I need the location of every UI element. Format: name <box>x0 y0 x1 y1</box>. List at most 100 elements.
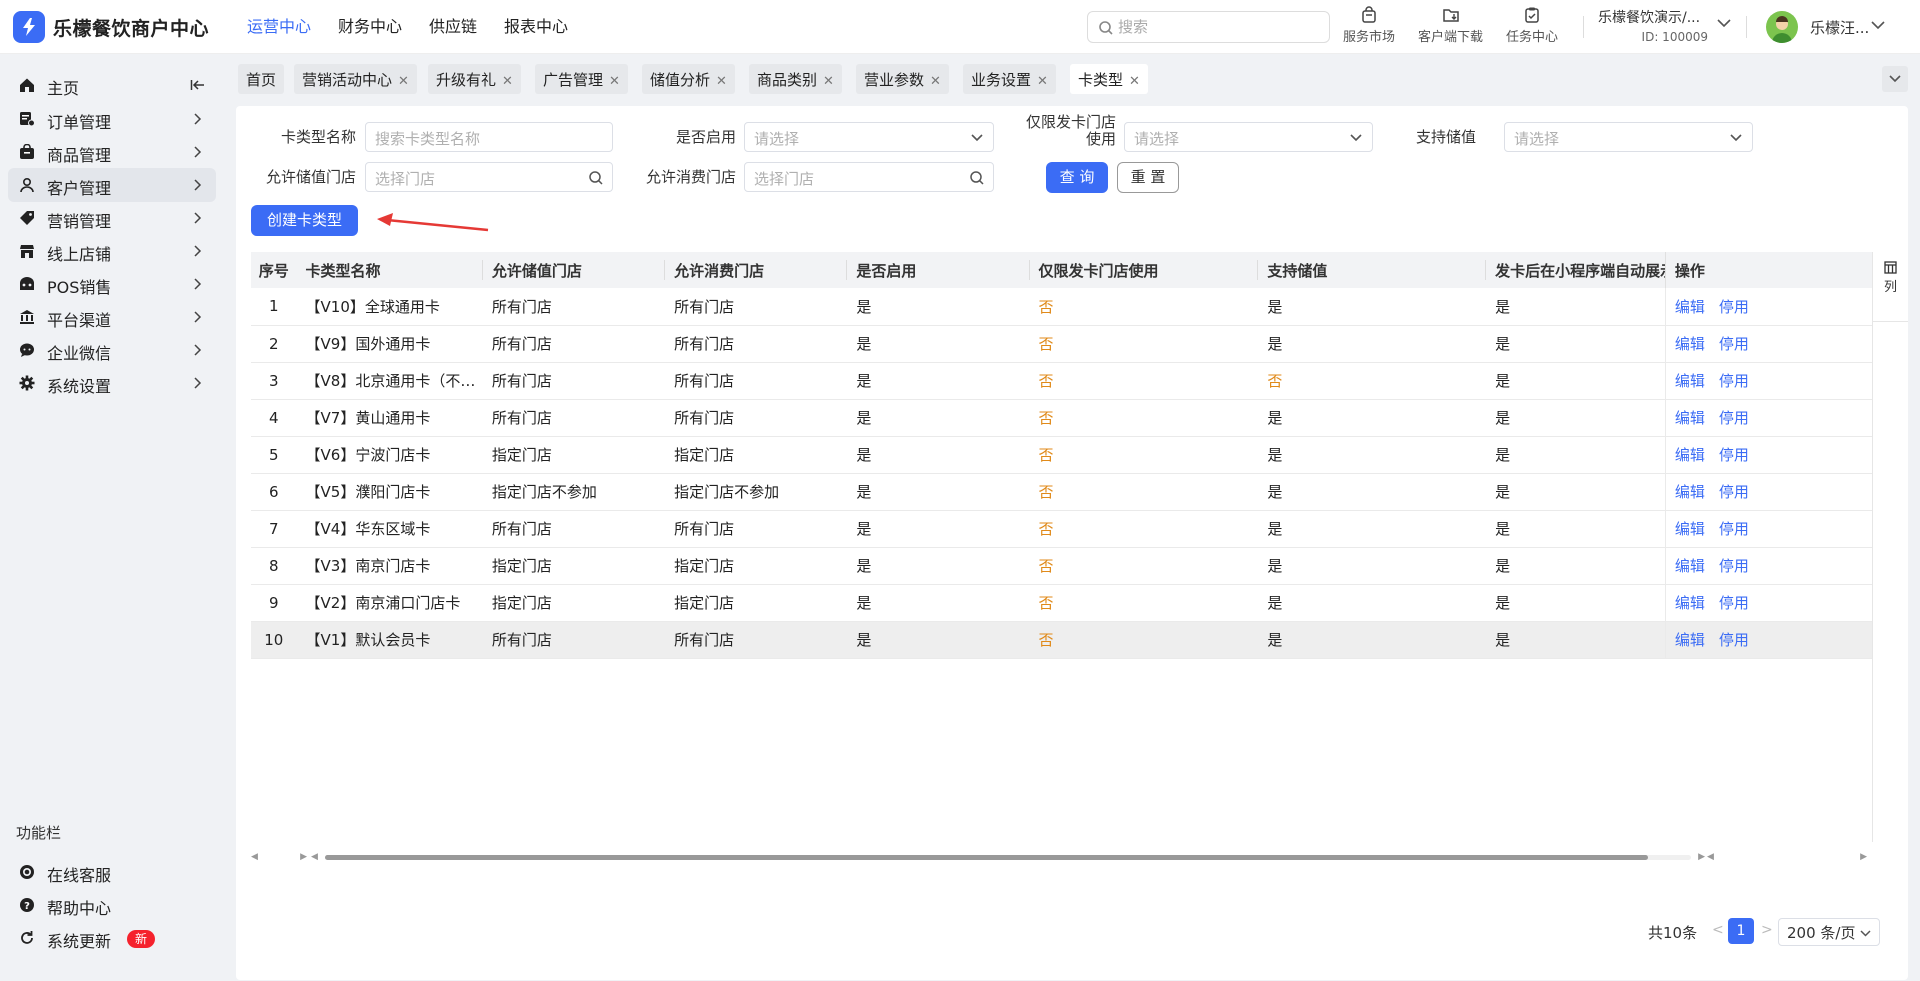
edit-link[interactable]: 编辑 <box>1675 631 1705 649</box>
sidebar-item-customers[interactable]: 客户管理 <box>8 168 216 202</box>
org-switcher[interactable]: 乐檬餐饮演示/... ID: 100009 <box>1598 7 1708 44</box>
header-auto-show[interactable]: 发卡后在小程序端自动展示 <box>1486 252 1666 288</box>
disable-link[interactable]: 停用 <box>1719 520 1749 538</box>
close-icon[interactable]: ✕ <box>930 74 941 89</box>
chevron-down-icon[interactable] <box>1871 21 1885 30</box>
sidebar-item-platform[interactable]: 平台渠道 <box>8 300 216 334</box>
task-center-button[interactable]: 任务中心 <box>1506 6 1558 45</box>
header-allow-consume[interactable]: 允许消费门店 <box>665 252 848 288</box>
sidebar-item-settings[interactable]: 系统设置 <box>8 366 216 400</box>
table-row[interactable]: 8 【V3】南京门店卡 指定门店 指定门店是否是是编辑 停用 <box>251 547 1872 585</box>
disable-link[interactable]: 停用 <box>1719 335 1749 353</box>
nav-reports[interactable]: 报表中心 <box>504 0 568 54</box>
tab-upgrade-gift[interactable]: 升级有礼 ✕ <box>428 64 521 94</box>
edit-link[interactable]: 编辑 <box>1675 372 1705 390</box>
collapse-sidebar-icon[interactable] <box>190 77 206 93</box>
nav-supply-chain[interactable]: 供应链 <box>429 0 477 54</box>
right-pinned-scrollbar[interactable]: ◀ ▶ <box>1707 851 1867 863</box>
tab-home[interactable]: 首页 <box>238 64 285 94</box>
sidebar-item-home[interactable]: 主页 <box>8 68 216 102</box>
sidebar-item-wecom[interactable]: 企业微信 <box>8 333 216 367</box>
page-number-current[interactable]: 1 <box>1728 918 1754 944</box>
edit-link[interactable]: 编辑 <box>1675 594 1705 612</box>
allow-consume-picker[interactable]: 选择门店 <box>744 162 994 192</box>
global-search[interactable] <box>1087 11 1330 43</box>
tab-goods-category[interactable]: 商品类别 ✕ <box>749 64 842 94</box>
card-type-name-input[interactable]: 搜索卡类型名称 <box>365 122 613 152</box>
edit-link[interactable]: 编辑 <box>1675 446 1705 464</box>
edit-link[interactable]: 编辑 <box>1675 520 1705 538</box>
table-row[interactable]: 2 【V9】国外通用卡 所有门店 所有门店是否是是编辑 停用 <box>251 325 1872 363</box>
tab-business-settings[interactable]: 业务设置 ✕ <box>963 64 1056 94</box>
scroll-left-arrow-icon[interactable]: ◀ <box>251 853 258 862</box>
table-row[interactable]: 4 【V7】黄山通用卡 所有门店 所有门店是否是是编辑 停用 <box>251 399 1872 437</box>
search-input[interactable] <box>1118 15 1318 39</box>
disable-link[interactable]: 停用 <box>1719 557 1749 575</box>
left-pinned-scrollbar[interactable]: ◀ ▶ <box>251 851 307 863</box>
prev-page-icon[interactable]: < <box>1712 922 1724 938</box>
tab-business-params[interactable]: 营业参数 ✕ <box>856 64 949 94</box>
sidebar-item-pos[interactable]: POS销售 <box>8 267 216 301</box>
tabs-dropdown-button[interactable] <box>1882 66 1908 92</box>
sidebar-item-online-service[interactable]: 在线客服 <box>8 855 216 889</box>
close-icon[interactable]: ✕ <box>823 74 834 89</box>
tab-marketing-center[interactable]: 营销活动中心 ✕ <box>294 64 417 94</box>
sidebar-item-marketing[interactable]: 营销管理 <box>8 201 216 235</box>
nav-finance[interactable]: 财务中心 <box>338 0 402 54</box>
table-row[interactable]: 10 【V1】默认会员卡 所有门店 所有门店是否是是编辑 停用 <box>251 621 1872 659</box>
close-icon[interactable]: ✕ <box>716 74 727 89</box>
disable-link[interactable]: 停用 <box>1719 594 1749 612</box>
column-settings-button[interactable]: 列 <box>1872 252 1908 322</box>
issuing-store-only-select[interactable]: 请选择 <box>1124 122 1373 152</box>
close-icon[interactable]: ✕ <box>1129 74 1140 89</box>
edit-link[interactable]: 编辑 <box>1675 557 1705 575</box>
header-stored-value[interactable]: 支持储值 <box>1258 252 1487 288</box>
table-row[interactable]: 7 【V4】华东区域卡 所有门店 所有门店是否是是编辑 停用 <box>251 510 1872 548</box>
edit-link[interactable]: 编辑 <box>1675 483 1705 501</box>
sidebar-item-system-update[interactable]: 系统更新 新 <box>8 921 216 955</box>
sidebar-item-orders[interactable]: 订单管理 <box>8 102 216 136</box>
disable-link[interactable]: 停用 <box>1719 298 1749 316</box>
disable-link[interactable]: 停用 <box>1719 446 1749 464</box>
sidebar-item-goods[interactable]: 商品管理 <box>8 135 216 169</box>
close-icon[interactable]: ✕ <box>609 74 620 89</box>
tab-card-type[interactable]: 卡类型 ✕ <box>1070 64 1148 94</box>
scroll-left-arrow-icon[interactable]: ◀ <box>311 853 318 862</box>
table-row[interactable]: 6 【V5】濮阳门店卡 指定门店不参加 指定门店不参加是否是是编辑 停用 <box>251 473 1872 511</box>
scroll-right-arrow-icon[interactable]: ▶ <box>1698 853 1705 862</box>
allow-store-picker[interactable]: 选择门店 <box>365 162 613 192</box>
edit-link[interactable]: 编辑 <box>1675 335 1705 353</box>
chevron-down-icon[interactable] <box>1717 19 1731 28</box>
brand-name[interactable]: 乐檬餐饮商户中心 <box>53 14 209 41</box>
header-card-type-name[interactable]: 卡类型名称 <box>296 252 483 288</box>
disable-link[interactable]: 停用 <box>1719 483 1749 501</box>
service-market-button[interactable]: 服务市场 <box>1343 6 1395 45</box>
stored-value-select[interactable]: 请选择 <box>1504 122 1753 152</box>
query-button[interactable]: 查 询 <box>1046 162 1108 193</box>
table-row[interactable]: 1 【V10】全球通用卡 所有门店 所有门店是否是是编辑 停用 <box>251 288 1872 326</box>
header-issuing-only[interactable]: 仅限发卡门店使用 <box>1029 252 1259 288</box>
username[interactable]: 乐檬汪... <box>1810 17 1869 38</box>
brand-logo-icon[interactable] <box>13 11 45 43</box>
header-enabled[interactable]: 是否启用 <box>847 252 1030 288</box>
avatar[interactable] <box>1766 11 1798 43</box>
table-horizontal-scrollbar[interactable]: ◀ ▶ <box>311 851 1705 863</box>
close-icon[interactable]: ✕ <box>502 74 513 89</box>
disable-link[interactable]: 停用 <box>1719 631 1749 649</box>
table-row[interactable]: 5 【V6】宁波门店卡 指定门店 指定门店是否是是编辑 停用 <box>251 436 1872 474</box>
edit-link[interactable]: 编辑 <box>1675 298 1705 316</box>
disable-link[interactable]: 停用 <box>1719 409 1749 427</box>
enabled-select[interactable]: 请选择 <box>744 122 994 152</box>
tab-ad-management[interactable]: 广告管理 ✕ <box>535 64 628 94</box>
table-row[interactable]: 3【V8】北京通用卡（不允许储值）所有门店所有门店是否否是编辑停用 <box>251 362 1872 400</box>
disable-link[interactable]: 停用 <box>1719 372 1749 390</box>
scroll-right-arrow-icon[interactable]: ▶ <box>300 853 307 862</box>
sidebar-item-help[interactable]: ? 帮助中心 <box>8 888 216 922</box>
table-row[interactable]: 9 【V2】南京浦口门店卡 指定门店 指定门店是否是是编辑 停用 <box>251 584 1872 622</box>
scroll-left-arrow-icon[interactable]: ◀ <box>1707 853 1714 862</box>
close-icon[interactable]: ✕ <box>1037 74 1048 89</box>
sidebar-item-online-store[interactable]: 线上店铺 <box>8 234 216 268</box>
create-card-type-button[interactable]: 创建卡类型 <box>251 205 358 236</box>
tab-stored-value-analysis[interactable]: 储值分析 ✕ <box>642 64 735 94</box>
scrollbar-thumb[interactable] <box>325 855 1648 860</box>
